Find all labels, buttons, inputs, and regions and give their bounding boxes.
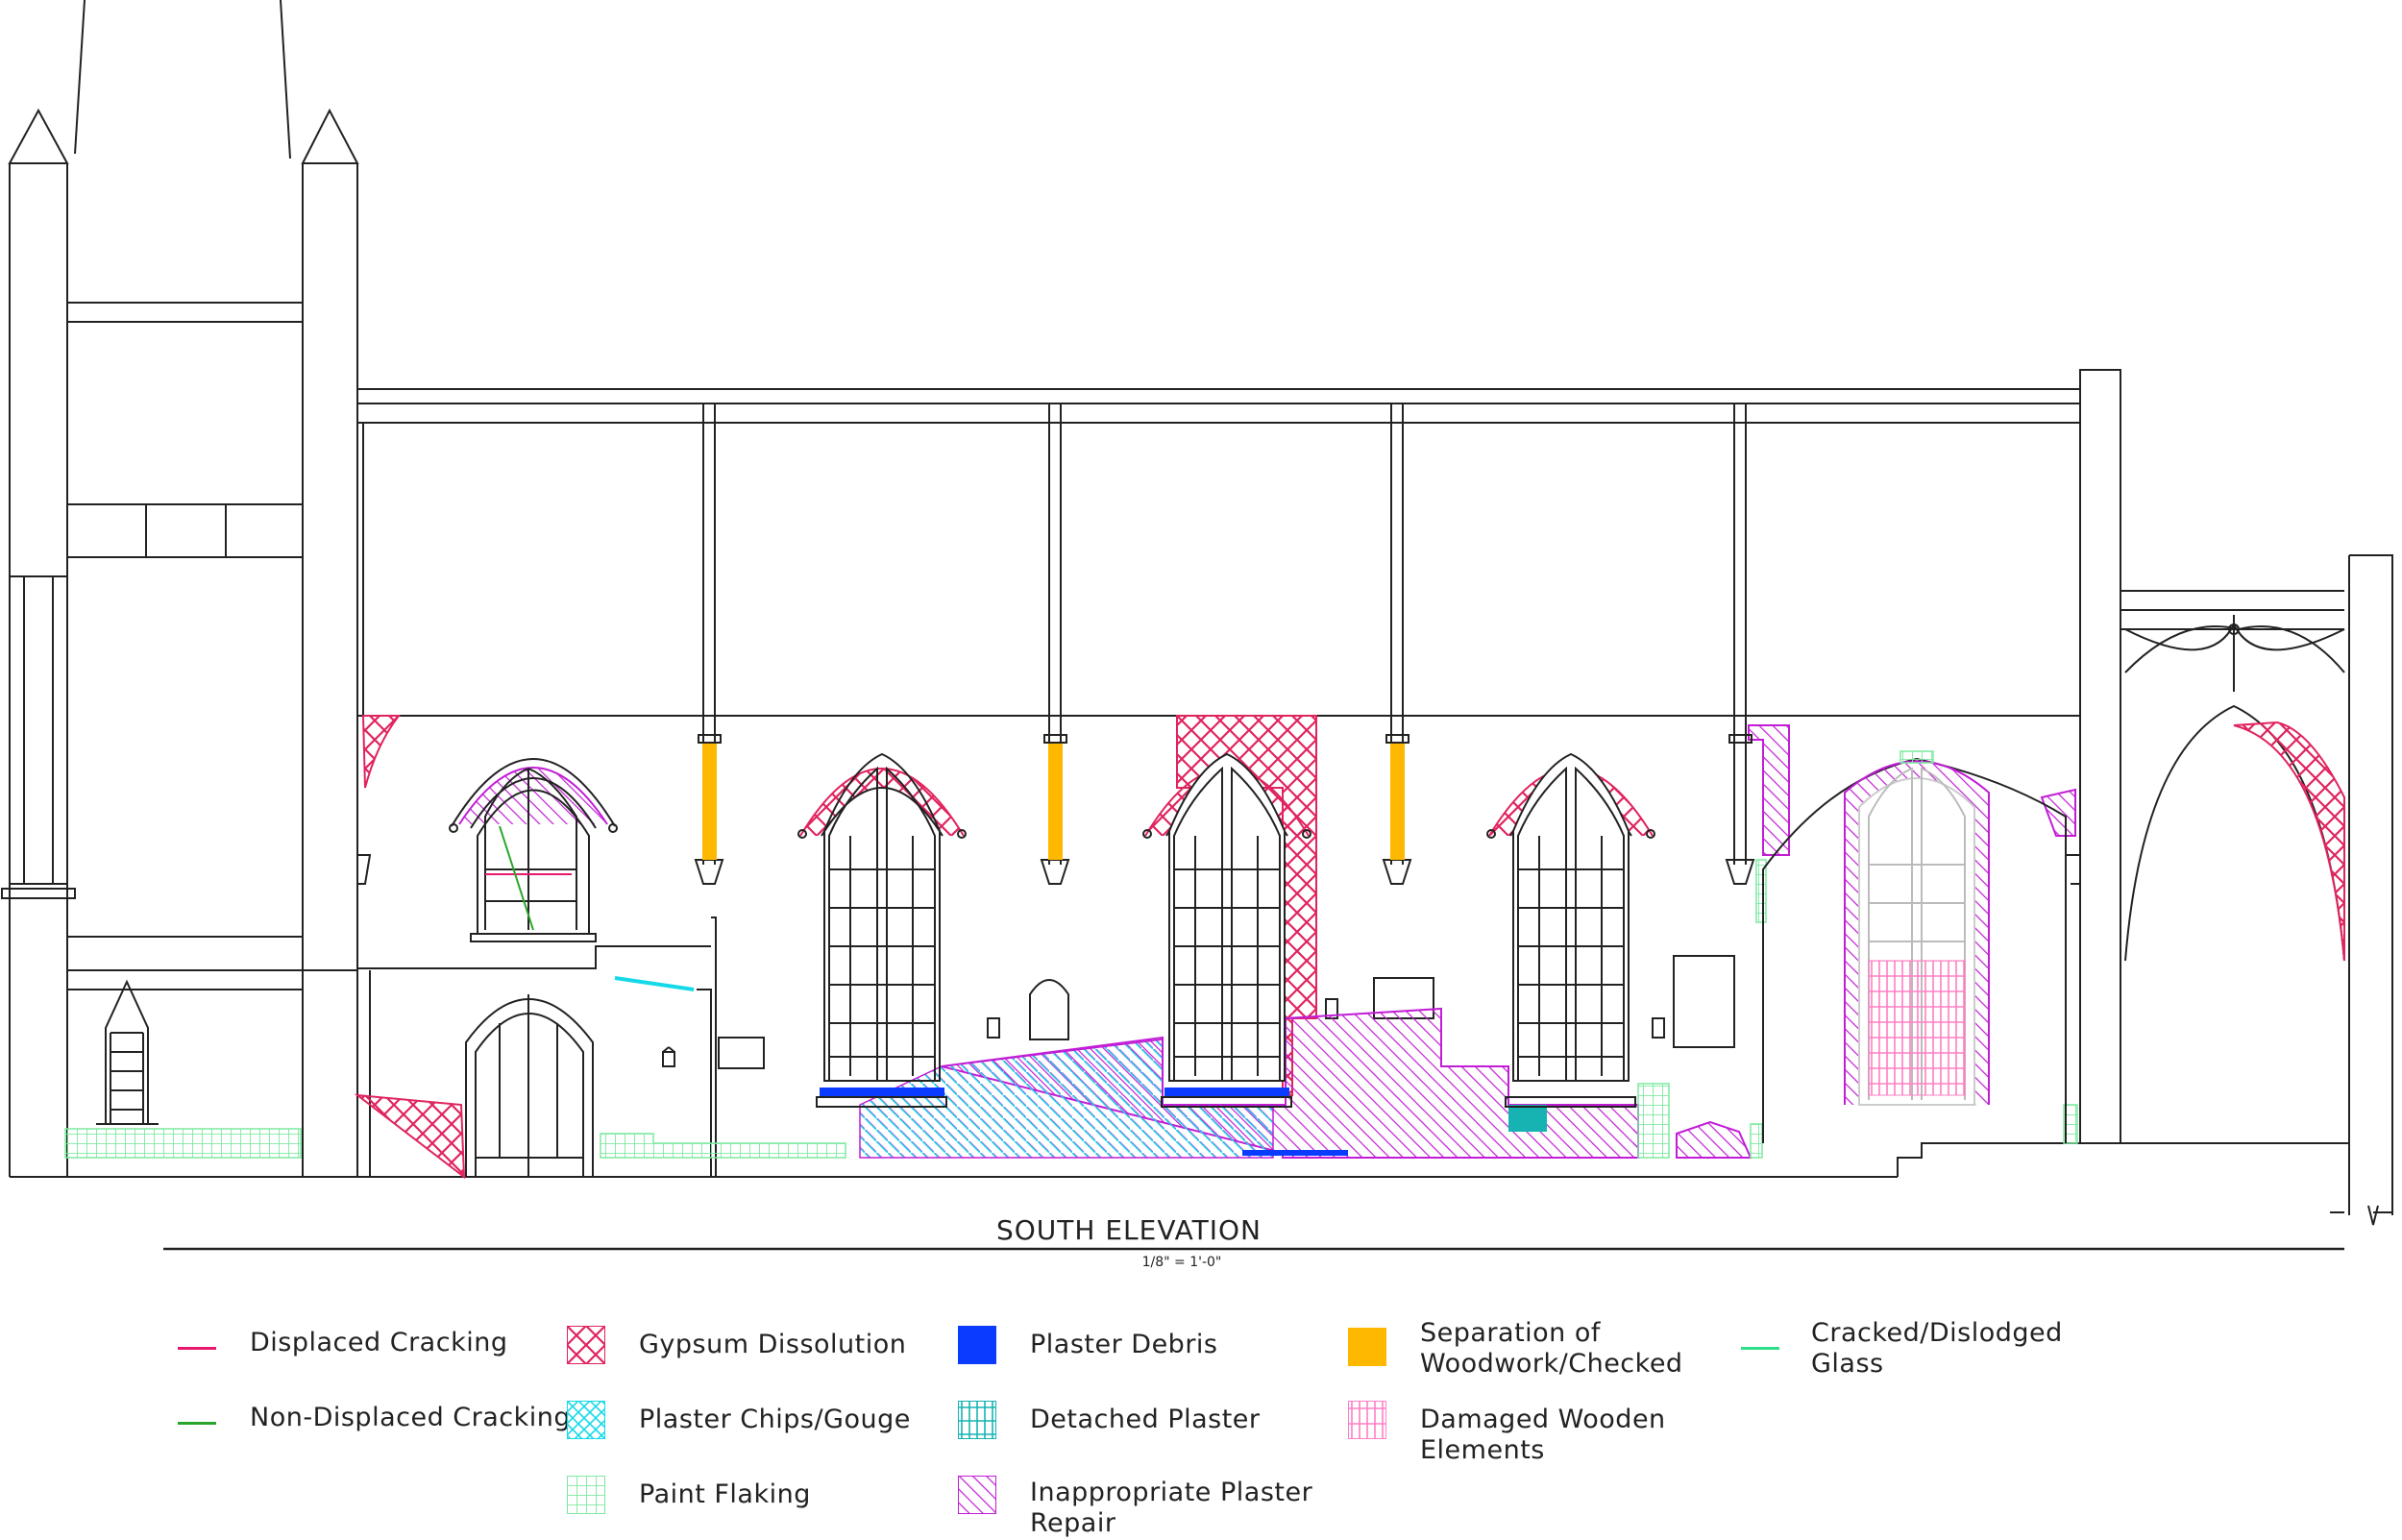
chips-line (614, 976, 695, 991)
legend-label-separation-line2: Woodwork/Checked (1420, 1349, 1683, 1379)
paint-flaking-swatch (567, 1476, 605, 1514)
paint-patch (600, 1133, 846, 1159)
paint-patch (64, 1128, 302, 1159)
window-3 (1142, 752, 1311, 1108)
window-4 (1486, 752, 1655, 1108)
legend-label-plaster-chips: Plaster Chips/Gouge (639, 1405, 911, 1434)
legend-label-inappropriate-repair-line1: Inappropriate Plaster (1030, 1478, 1313, 1507)
paint-patch (1755, 859, 1767, 923)
legend-label-plaster-debris: Plaster Debris (1030, 1330, 1218, 1359)
paint-patch (1637, 1083, 1670, 1159)
repair-patch (1676, 1120, 1752, 1159)
detached-patch (1508, 1105, 1547, 1132)
legend-label-inappropriate-repair-line2: Repair (1030, 1508, 1116, 1538)
repair-patch (1748, 724, 1790, 856)
paint-patch (1750, 1123, 1763, 1159)
separation-woodwork-swatch (1348, 1328, 1386, 1366)
legend-label-displaced-cracking: Displaced Cracking (250, 1328, 508, 1357)
gypsum-dissolution-swatch (567, 1326, 605, 1364)
chancel (1762, 750, 2067, 1143)
legend-label-detached-plaster: Detached Plaster (1030, 1405, 1261, 1434)
window-2 (797, 752, 967, 1108)
tower (1, 0, 359, 1178)
elevation-title: SOUTH ELEVATION (996, 1214, 1262, 1246)
cracked-glass-swatch (1741, 1347, 1779, 1350)
legend-label-cracked-glass-line1: Cracked/Dislodged (1811, 1318, 2063, 1348)
debris-mark (1242, 1150, 1348, 1156)
displaced-cracking-swatch (178, 1347, 216, 1350)
inappropriate-repair-swatch (958, 1476, 996, 1514)
non-displaced-cracking-swatch (178, 1422, 216, 1425)
plaster-debris-swatch (958, 1326, 996, 1364)
legend-label-non-displaced-cracking: Non-Displaced Cracking (250, 1403, 572, 1432)
legend-label-damaged-wood-line2: Elements (1420, 1435, 1545, 1465)
legend-label-paint-flaking: Paint Flaking (639, 1479, 811, 1509)
plaster-chips-swatch (567, 1401, 605, 1439)
gypsum-patch (361, 715, 402, 789)
gypsum-patch (354, 1093, 466, 1180)
damaged-wooden-swatch (1348, 1401, 1386, 1439)
window-1 (449, 758, 618, 942)
legend-label-separation-line1: Separation of (1420, 1318, 1601, 1348)
drawing-title: SOUTH ELEVATION 1/8" = 1'-0" (163, 1214, 2344, 1270)
legend-label-cracked-glass-line2: Glass (1811, 1349, 1884, 1379)
detached-plaster-swatch (958, 1401, 996, 1439)
legend-label-gypsum-dissolution: Gypsum Dissolution (639, 1330, 907, 1359)
damage-overlays (64, 715, 2078, 1180)
vault (2120, 554, 2393, 1226)
south-elevation-drawing: SOUTH ELEVATION 1/8" = 1'-0" (1, 0, 2393, 1270)
scale-note: 1/8" = 1'-0" (1142, 1255, 1222, 1270)
legend-label-damaged-wood-line1: Damaged Wooden (1420, 1405, 1666, 1434)
gypsum-patch (2233, 721, 2345, 962)
